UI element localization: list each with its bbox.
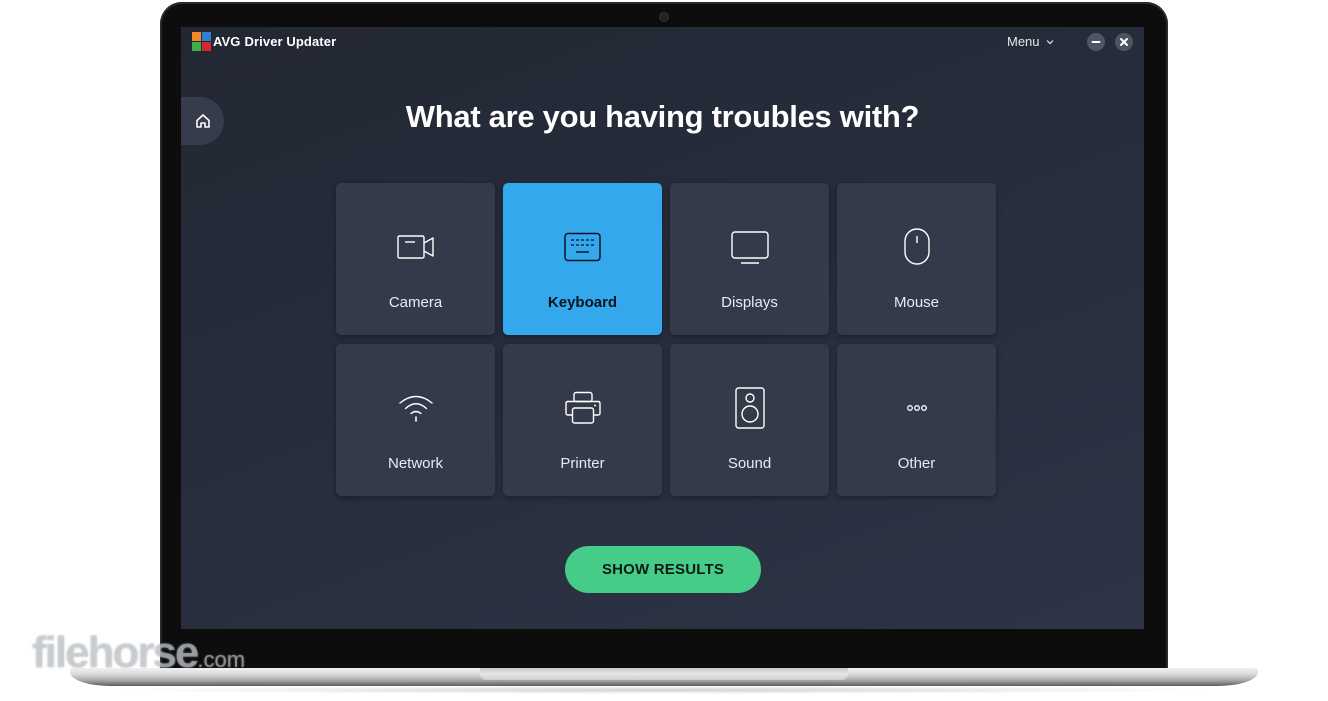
minimize-button[interactable] — [1087, 33, 1105, 51]
category-tile-displays[interactable]: Displays — [670, 183, 829, 335]
display-icon — [730, 231, 769, 264]
watermark: filehorse.com — [32, 628, 245, 678]
wifi-icon — [398, 395, 433, 422]
category-label: Other — [897, 455, 936, 472]
watermark-text: filehorse — [32, 628, 199, 677]
menu-label: Menu — [1007, 34, 1040, 49]
laptop-hinge-notch — [480, 668, 848, 680]
page-title: What are you having troubles with? — [405, 99, 920, 134]
category-tile-mouse[interactable]: Mouse — [837, 183, 996, 335]
printer-icon — [564, 391, 601, 424]
show-results-button[interactable]: SHOW RESULTS — [565, 546, 761, 593]
category-tile-other[interactable]: Other — [837, 344, 996, 496]
app-product-name: Driver Updater — [244, 34, 337, 49]
category-label: Mouse — [893, 294, 940, 311]
category-grid: Camera Keyboard Displays Mouse Network P… — [336, 183, 996, 496]
category-tile-printer[interactable]: Printer — [503, 344, 662, 496]
category-label: Network — [387, 455, 443, 472]
app-title: AVG Driver Updater — [213, 34, 336, 49]
more-icon — [906, 405, 927, 411]
close-icon — [1120, 38, 1128, 46]
category-tile-network[interactable]: Network — [336, 344, 495, 496]
watermark-domain: .com — [197, 647, 246, 672]
webcam-dot — [659, 12, 669, 22]
chevron-down-icon — [1046, 39, 1053, 44]
category-label: Printer — [560, 455, 605, 472]
category-tile-camera[interactable]: Camera — [336, 183, 495, 335]
category-label: Displays — [721, 294, 778, 311]
laptop-shadow — [110, 686, 1218, 694]
speaker-icon — [734, 387, 765, 429]
category-tile-keyboard[interactable]: Keyboard — [503, 183, 662, 335]
avg-logo-icon — [192, 32, 211, 51]
category-tile-sound[interactable]: Sound — [670, 344, 829, 496]
category-label: Sound — [727, 455, 772, 472]
camera-icon — [396, 235, 434, 259]
title-bar: AVG Driver Updater Menu — [181, 27, 1144, 57]
menu-dropdown[interactable]: Menu — [1007, 34, 1054, 49]
close-button[interactable] — [1115, 33, 1133, 51]
category-label: Camera — [388, 294, 443, 311]
keyboard-icon — [563, 232, 601, 262]
minimize-icon — [1091, 41, 1101, 43]
mouse-icon — [903, 228, 930, 265]
app-window: AVG Driver Updater Menu What are you havi… — [181, 27, 1144, 629]
category-label: Keyboard — [547, 294, 618, 311]
app-brand: AVG — [213, 34, 241, 49]
